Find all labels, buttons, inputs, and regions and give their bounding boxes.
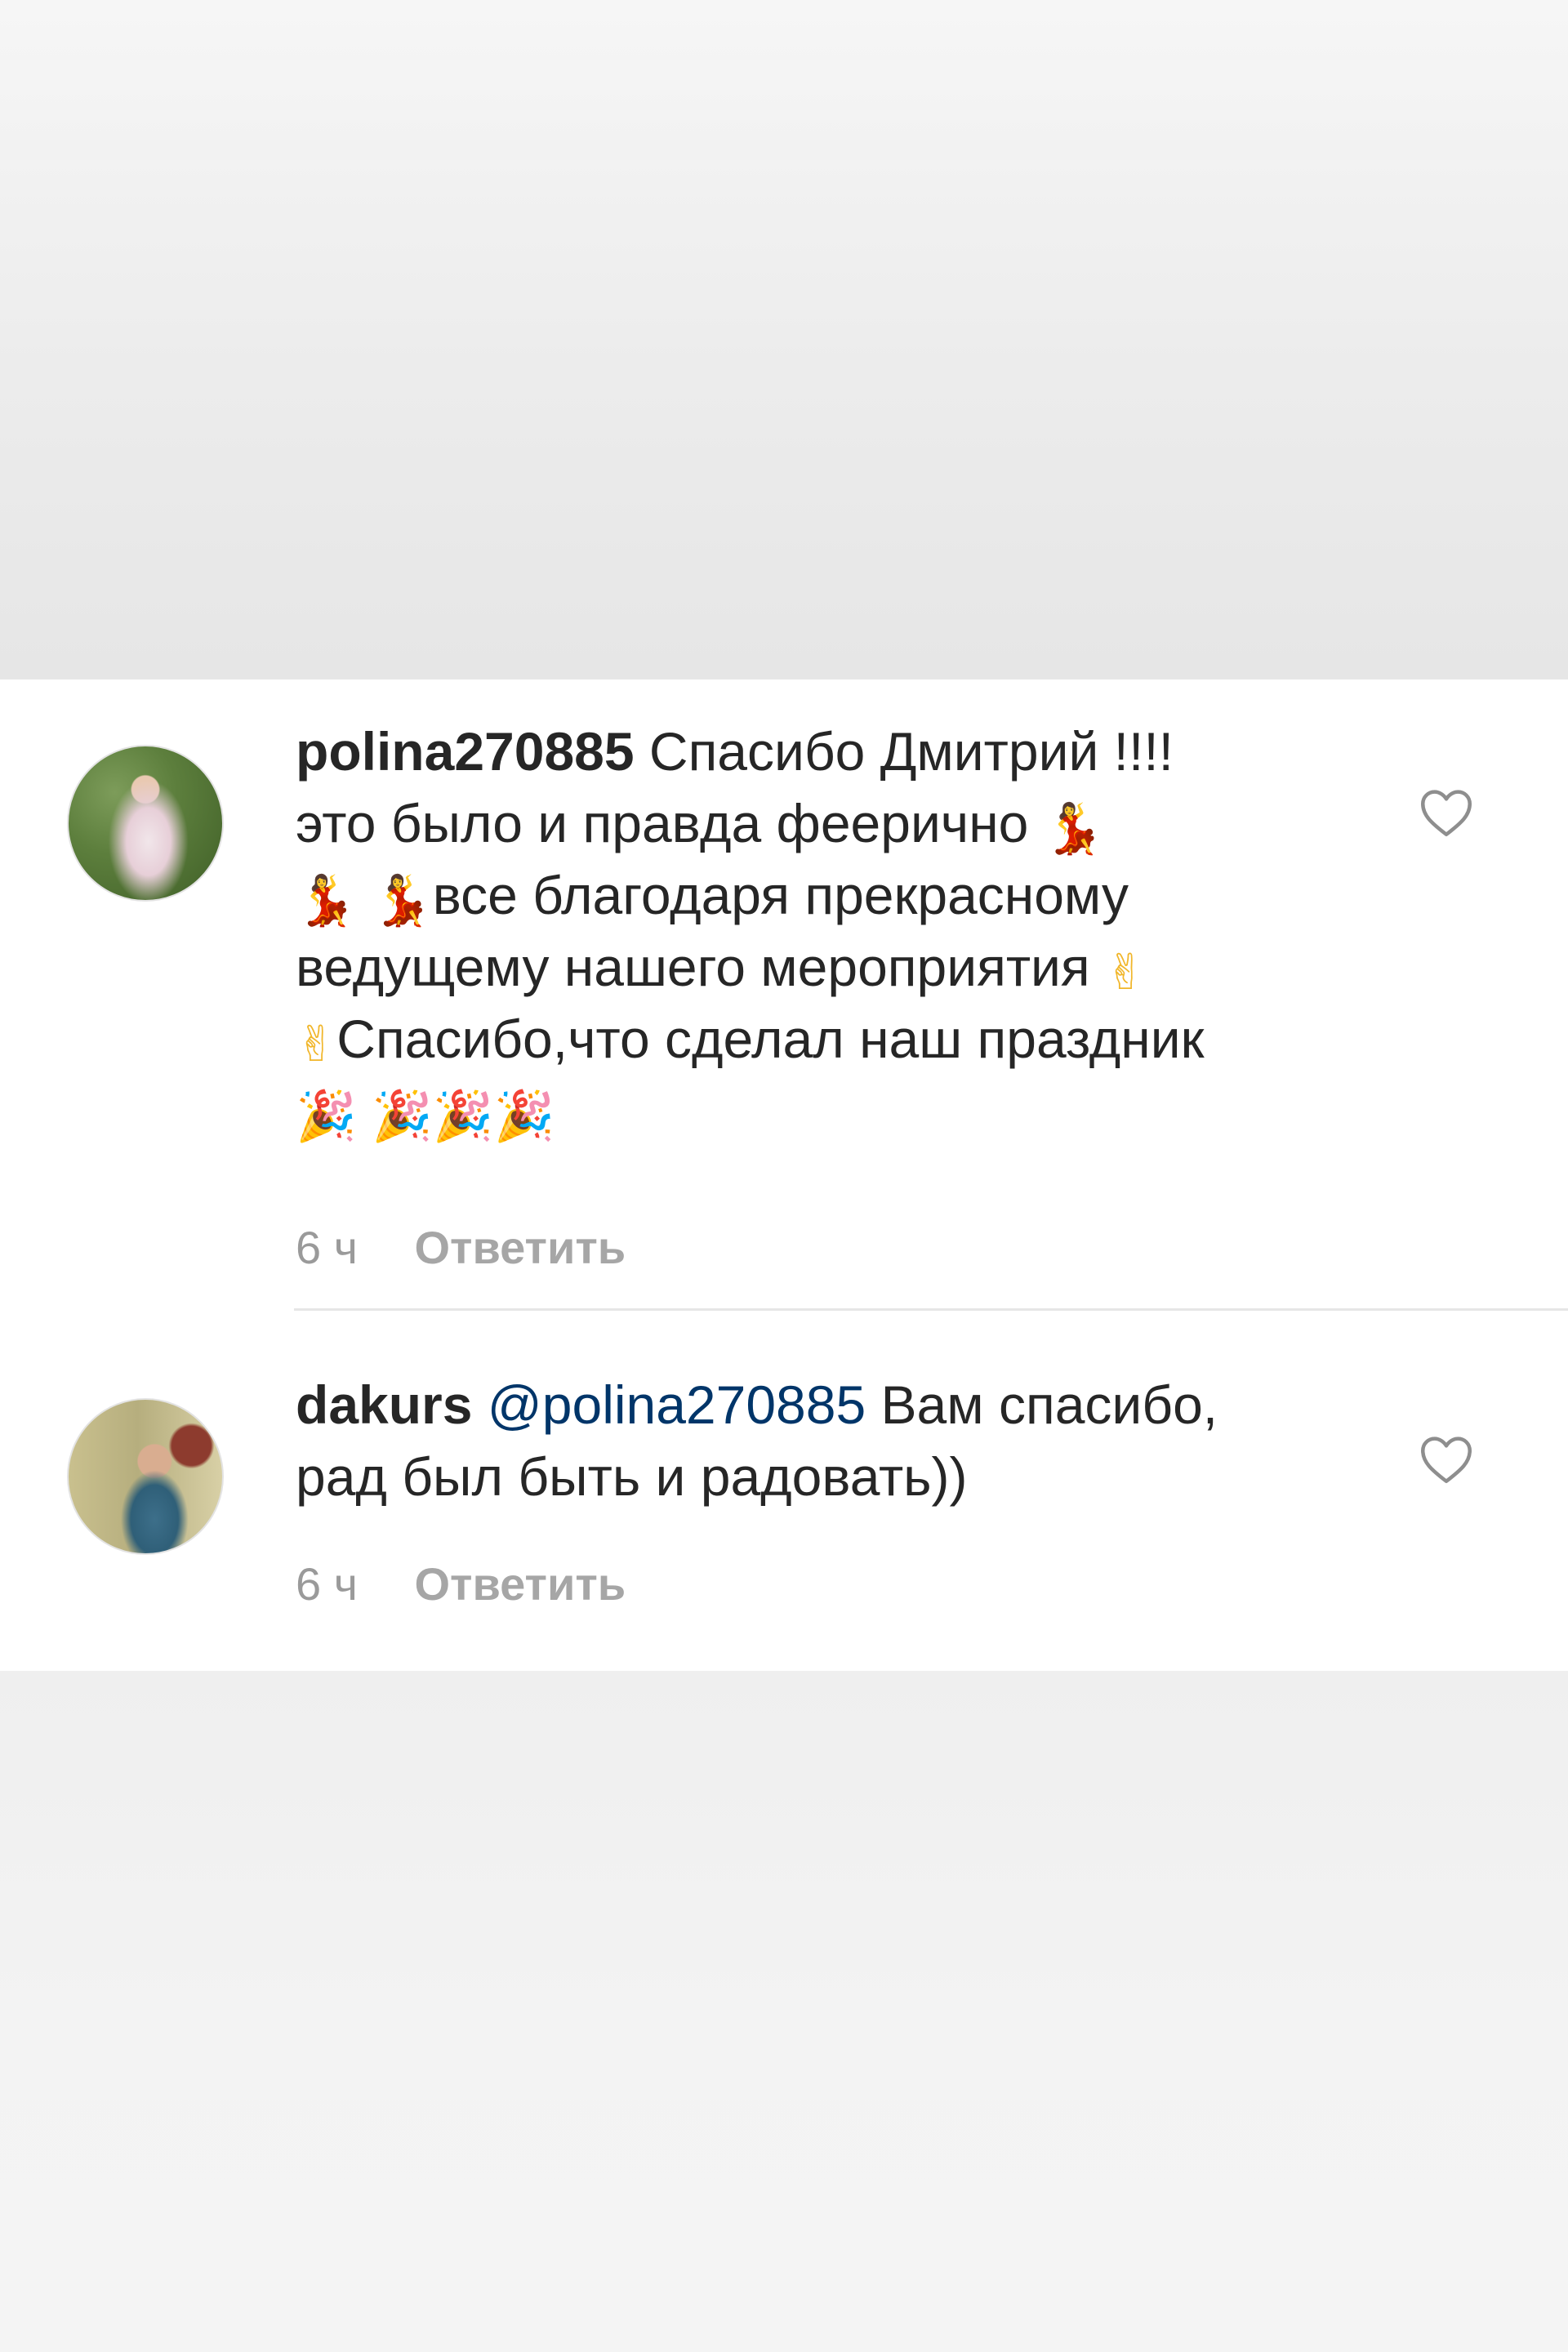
victory-hand-emoji-icon: ✌ bbox=[1105, 944, 1147, 1001]
comment-line-text: это было и правда феерично bbox=[296, 793, 1044, 853]
username[interactable]: polina270885 bbox=[296, 721, 635, 782]
comment-text: dakurs @polina270885 Вам спасибо, рад бы… bbox=[296, 1369, 1374, 1512]
comment-line: polina270885 Спасибо Дмитрий !!!! bbox=[296, 715, 1374, 787]
party-popper-emoji-icon: 🎉 bbox=[432, 1088, 494, 1145]
comment-line-text: рад был быть и радовать)) bbox=[296, 1446, 968, 1507]
comment-line: 🎉 🎉🎉🎉 bbox=[296, 1075, 1374, 1147]
comment-line: 💃 💃все благодаря прекрасному bbox=[296, 859, 1374, 931]
comment-line-text: все благодаря прекрасному bbox=[432, 865, 1129, 925]
avatar[interactable] bbox=[67, 1398, 224, 1555]
comment-meta: 6 ч Ответить bbox=[296, 1560, 626, 1609]
dancer-emoji-icon: 💃 bbox=[296, 872, 357, 929]
comment-line: ✌Спасибо,что сделал наш праздник bbox=[296, 1003, 1374, 1075]
comment-line: это было и правда феерично 💃 bbox=[296, 787, 1374, 859]
comment-line-text: ведущему нашего мероприятия bbox=[296, 937, 1105, 997]
mention-link[interactable]: @polina270885 bbox=[488, 1374, 866, 1435]
dancer-emoji-icon: 💃 bbox=[372, 872, 433, 929]
victory-hand-emoji-icon: ✌ bbox=[296, 1016, 337, 1073]
heart-outline-icon[interactable] bbox=[1418, 787, 1475, 838]
party-popper-emoji-icon: 🎉 bbox=[372, 1088, 433, 1145]
username[interactable]: dakurs bbox=[296, 1374, 472, 1435]
comment-line-text: Спасибо,что сделал наш праздник bbox=[336, 1009, 1205, 1069]
comment-line-text: Спасибо Дмитрий !!!! bbox=[648, 721, 1174, 782]
avatar[interactable] bbox=[67, 745, 224, 902]
blurred-background-top bbox=[0, 0, 1568, 679]
comment-line: рад был быть и радовать)) bbox=[296, 1441, 1374, 1512]
comment-line-text: Вам спасибо, bbox=[866, 1374, 1218, 1435]
comment-timestamp: 6 ч bbox=[296, 1222, 358, 1273]
blurred-background-bottom bbox=[0, 1671, 1568, 2352]
reply-button[interactable]: Ответить bbox=[414, 1560, 626, 1609]
party-popper-emoji-icon: 🎉 bbox=[493, 1088, 555, 1145]
comment-divider bbox=[294, 1308, 1568, 1311]
reply-button[interactable]: Ответить bbox=[414, 1223, 626, 1272]
comment-timestamp: 6 ч bbox=[296, 1558, 358, 1610]
comment-text: polina270885 Спасибо Дмитрий !!!! это бы… bbox=[296, 715, 1374, 1147]
dancer-emoji-icon: 💃 bbox=[1043, 800, 1105, 858]
comment-line: dakurs @polina270885 Вам спасибо, bbox=[296, 1369, 1374, 1441]
party-popper-emoji-icon: 🎉 bbox=[296, 1088, 357, 1145]
comments-panel: polina270885 Спасибо Дмитрий !!!! это бы… bbox=[0, 679, 1568, 1671]
comment-meta: 6 ч Ответить bbox=[296, 1223, 626, 1272]
comment-line: ведущему нашего мероприятия ✌ bbox=[296, 931, 1374, 1003]
heart-outline-icon[interactable] bbox=[1418, 1434, 1475, 1485]
